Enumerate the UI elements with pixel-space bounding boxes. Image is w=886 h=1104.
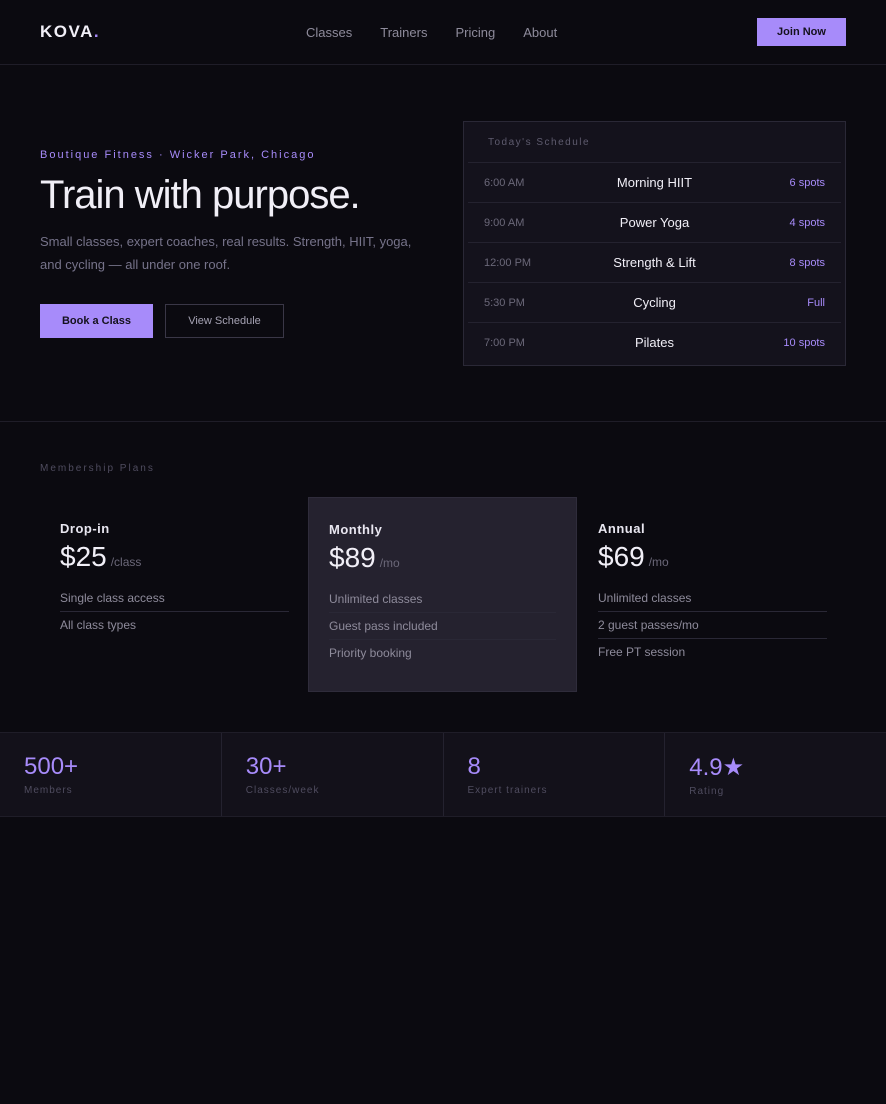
plan-name: Annual bbox=[598, 521, 646, 536]
schedule-class-name: Cycling bbox=[633, 295, 676, 310]
schedule-time: 7:00 PM bbox=[484, 337, 525, 349]
stat-classes-week: 30+ Classes/week bbox=[222, 733, 444, 816]
join-now-button[interactable]: Join Now bbox=[757, 18, 846, 46]
plan-feature: Unlimited classes bbox=[598, 585, 827, 612]
stat-value: 30+ bbox=[245, 753, 287, 780]
schedule-spots: 6 spots bbox=[789, 177, 825, 189]
book-class-button[interactable]: Book a Class bbox=[40, 304, 153, 338]
hero-section: Boutique Fitness · Wicker Park, Chicago … bbox=[0, 65, 886, 422]
plan-price: $25 /class bbox=[60, 541, 289, 573]
schedule-class-name: Strength & Lift bbox=[613, 255, 696, 270]
logo-text: KOVA bbox=[40, 22, 94, 41]
plans-title: Membership Plans bbox=[40, 463, 155, 474]
schedule-class-name: Morning HIIT bbox=[616, 175, 693, 190]
nav-link-about[interactable]: About bbox=[523, 25, 557, 40]
schedule-row[interactable]: 5:30 PM Cycling Full bbox=[468, 283, 841, 323]
nav-link-classes[interactable]: Classes bbox=[306, 25, 352, 40]
plan-feature: Priority booking bbox=[329, 646, 412, 660]
hero-title: Train with purpose. bbox=[40, 173, 361, 217]
plan-feature: Unlimited classes bbox=[329, 586, 556, 613]
hero-eyebrow: Boutique Fitness · Wicker Park, Chicago bbox=[40, 149, 316, 161]
plan-features: Single class access All class types bbox=[60, 585, 289, 639]
plan-card-drop-in[interactable]: Drop-in $25 /class Single class access A… bbox=[40, 497, 309, 692]
nav-links: Classes Trainers Pricing About bbox=[306, 25, 557, 40]
plan-features: Unlimited classes 2 guest passes/mo Free… bbox=[598, 585, 827, 666]
stat-value: 500+ bbox=[24, 753, 79, 780]
plan-feature: 2 guest passes/mo bbox=[598, 612, 827, 639]
price-unit: /mo bbox=[648, 555, 669, 569]
plan-card-annual[interactable]: Annual $69 /mo Unlimited classes 2 guest… bbox=[578, 497, 847, 692]
plan-name: Drop-in bbox=[60, 521, 110, 536]
schedule-spots: 10 spots bbox=[783, 337, 825, 349]
stat-label: Rating bbox=[689, 786, 725, 797]
price-amount: $89 bbox=[329, 542, 376, 573]
schedule-spots: Full bbox=[807, 297, 825, 309]
schedule-spots: 8 spots bbox=[789, 257, 825, 269]
stat-value: 8 bbox=[467, 753, 481, 780]
schedule-card: Today's Schedule 6:00 AM Morning HIIT 6 … bbox=[463, 121, 846, 366]
stat-label: Members bbox=[24, 785, 73, 796]
plan-feature: Guest pass included bbox=[329, 613, 556, 640]
schedule-class-name: Pilates bbox=[634, 335, 675, 350]
schedule-time: 12:00 PM bbox=[484, 257, 532, 269]
price-unit: /mo bbox=[379, 556, 400, 570]
schedule-row[interactable]: 12:00 PM Strength & Lift 8 spots bbox=[468, 243, 841, 283]
hero-subtitle: Small classes, expert coaches, real resu… bbox=[40, 234, 412, 272]
schedule-time: 9:00 AM bbox=[484, 217, 525, 229]
schedule-time: 6:00 AM bbox=[484, 177, 525, 189]
plan-price: $69 /mo bbox=[598, 541, 827, 573]
schedule-row[interactable]: 7:00 PM Pilates 10 spots bbox=[468, 323, 841, 363]
schedule-row[interactable]: 9:00 AM Power Yoga 4 spots bbox=[468, 203, 841, 243]
top-nav: KOVA. Classes Trainers Pricing About Joi… bbox=[0, 0, 886, 65]
stat-rating: 4.9★ Rating bbox=[665, 733, 886, 816]
stat-value: 4.9★ bbox=[689, 754, 745, 781]
schedule-time: 5:30 PM bbox=[484, 297, 525, 309]
price-amount: $69 bbox=[598, 541, 645, 572]
plan-price: $89 /mo bbox=[329, 542, 556, 574]
nav-link-trainers[interactable]: Trainers bbox=[380, 25, 427, 40]
plan-features: Unlimited classes Guest pass included Pr… bbox=[329, 586, 556, 667]
plan-name: Monthly bbox=[329, 522, 383, 537]
plan-feature: All class types bbox=[60, 618, 137, 632]
plan-feature: Single class access bbox=[60, 585, 289, 612]
view-schedule-button[interactable]: View Schedule bbox=[165, 304, 284, 338]
price-amount: $25 bbox=[60, 541, 107, 572]
plan-card-monthly[interactable]: Monthly $89 /mo Unlimited classes Guest … bbox=[308, 497, 577, 692]
schedule-class-name: Power Yoga bbox=[619, 215, 690, 230]
membership-plans-section: Membership Plans Drop-in $25 /class Sing… bbox=[0, 422, 886, 733]
schedule-title: Today's Schedule bbox=[468, 122, 841, 163]
stat-label: Expert trainers bbox=[467, 785, 548, 796]
schedule-spots: 4 spots bbox=[789, 217, 825, 229]
stats-bar: 500+ Members 30+ Classes/week 8 Expert t… bbox=[0, 733, 886, 817]
stat-label: Classes/week bbox=[245, 785, 320, 796]
stat-trainers: 8 Expert trainers bbox=[444, 733, 666, 816]
logo[interactable]: KOVA. bbox=[40, 22, 100, 42]
logo-dot: . bbox=[93, 22, 101, 41]
price-unit: /class bbox=[110, 555, 142, 569]
nav-link-pricing[interactable]: Pricing bbox=[455, 25, 495, 40]
schedule-row[interactable]: 6:00 AM Morning HIIT 6 spots bbox=[468, 163, 841, 203]
plan-feature: Free PT session bbox=[598, 645, 686, 659]
stat-members: 500+ Members bbox=[0, 733, 222, 816]
